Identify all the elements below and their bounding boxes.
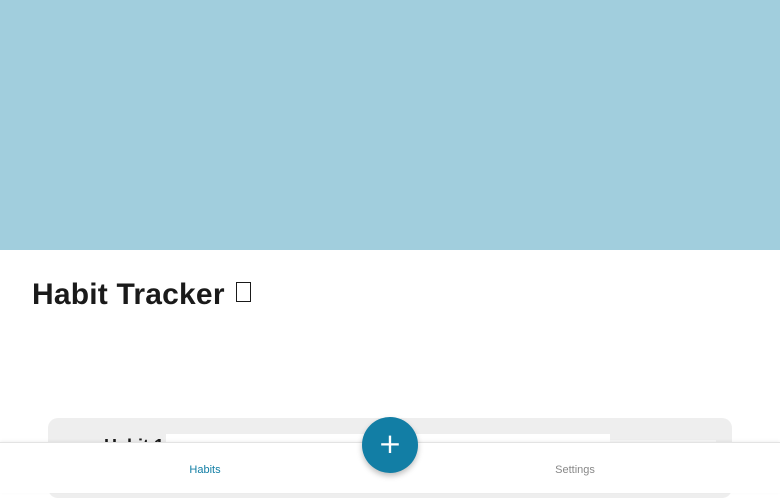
nav-item-habits[interactable]: Habits (10, 443, 400, 494)
nav-item-settings[interactable]: Settings (380, 443, 770, 494)
missing-glyph-icon (235, 282, 251, 302)
plus-icon: + (378, 427, 402, 460)
page-title: Habit Tracker (32, 278, 225, 311)
nav-item-label: Settings (555, 463, 595, 476)
nav-item-label: Habits (189, 463, 221, 476)
header-banner (0, 0, 780, 250)
title-row: Habit Tracker (32, 278, 251, 312)
add-habit-button[interactable]: + (362, 417, 418, 473)
